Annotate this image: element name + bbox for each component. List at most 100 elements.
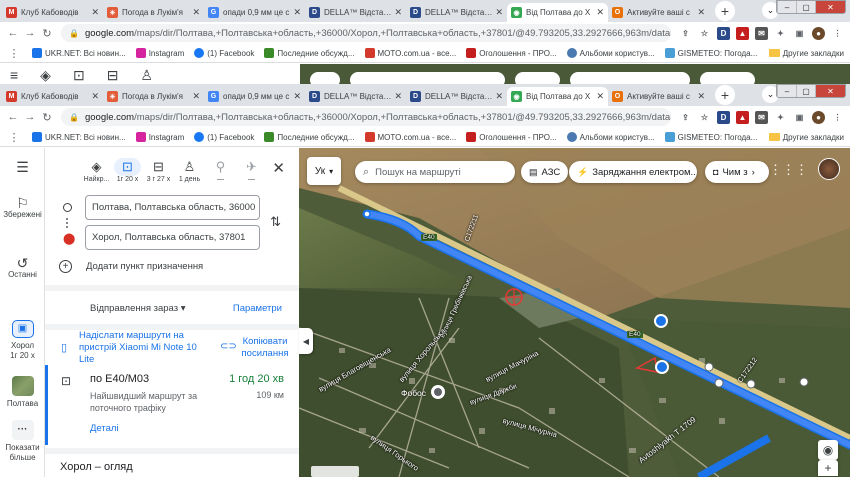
recent-button[interactable]: ↺ Останні (0, 256, 45, 280)
menu-button[interactable]: ☰ (0, 160, 45, 174)
forward-icon[interactable]: → (23, 111, 37, 123)
bookmark-6[interactable]: Альбоми користув... (566, 48, 655, 58)
url-bar[interactable]: 🔒 google.com/maps/dir/Полтава,+Полтавськ… (61, 24, 671, 42)
close-icon[interactable]: ✕ (596, 7, 604, 18)
apps-icon[interactable]: ⋮ (6, 131, 22, 144)
route-option-card[interactable]: ⊡ по E40/M03 1 год 20 хв Найшвидший марш… (45, 365, 299, 445)
tab-3[interactable]: D DELLA™ Відстань ✕ (305, 87, 406, 106)
close-icon[interactable]: ✕ (697, 7, 705, 18)
puzzle-icon[interactable]: ✦ (774, 111, 787, 124)
share-icon[interactable]: ⇪ (679, 27, 692, 40)
lock-icon[interactable]: 🔒 (69, 29, 79, 38)
star-icon[interactable]: ☆ (698, 27, 711, 40)
show-more-button[interactable]: ··· Показати більше (0, 420, 45, 463)
ext-red-icon[interactable]: ▲ (736, 110, 749, 124)
bookmark-5[interactable]: Оголошення - ПРО... (466, 132, 557, 142)
tab-6[interactable]: O Активуйте ваші с ✕ (608, 87, 709, 106)
walk-mode[interactable]: ♙ 1 день (176, 158, 203, 183)
recent-route-khorol[interactable]: ▣ Хорол 1г 20 х (0, 320, 45, 361)
tab-1[interactable]: ☀ Погода в Лукім'я ✕ (103, 3, 204, 22)
close-icon[interactable]: ✕ (91, 91, 99, 102)
minimize-button[interactable]: – (777, 1, 796, 13)
send-to-phone-button[interactable]: Надіслати маршрути на пристрій Xiaomi Mi… (79, 330, 209, 366)
minimize-button[interactable]: – (777, 85, 796, 97)
collapse-panel-button[interactable]: ◀ (299, 328, 313, 354)
close-icon[interactable]: ✕ (394, 7, 402, 18)
flight-mode[interactable]: ✈ — (238, 158, 265, 183)
ext-d-icon[interactable]: D (717, 26, 730, 40)
bookmark-2[interactable]: (1) Facebook (194, 48, 254, 58)
best-mode[interactable]: ◈ Найкр... (83, 158, 110, 183)
chip-ev-charging[interactable]: ⚡ Заряджання електром... (569, 161, 697, 183)
google-apps-icon[interactable]: ⋮⋮⋮ (769, 162, 808, 178)
tab-6[interactable]: O Активуйте ваші с ✕ (608, 3, 709, 22)
share-icon[interactable]: ⇪ (679, 111, 692, 124)
tab-4[interactable]: D DELLA™ Відстань ✕ (406, 87, 507, 106)
bookmark-0[interactable]: UKR.NET: Всі новин... (32, 132, 126, 142)
new-tab-button[interactable]: + (715, 1, 735, 21)
add-destination-button[interactable]: + Додати пункт призначення (59, 260, 203, 273)
language-selector[interactable]: Ук ▾ (307, 157, 341, 185)
bike-mode[interactable]: ⚲ — (207, 158, 234, 183)
transit-mode[interactable]: ⊟ 3 г 27 х (145, 158, 172, 183)
tab-5-active[interactable]: ◉ Від Полтава до Х ✕ (507, 87, 608, 106)
close-icon[interactable]: ✕ (495, 7, 503, 18)
profile-icon[interactable]: ● (812, 110, 825, 124)
maximize-button[interactable]: ▢ (796, 1, 815, 13)
swap-icon[interactable]: ⇅ (270, 214, 281, 230)
bookmark-1[interactable]: Instagram (135, 48, 184, 58)
puzzle-icon[interactable]: ✦ (774, 27, 787, 40)
close-icon[interactable]: ✕ (697, 91, 705, 102)
ext-mail-icon[interactable]: ✉ (755, 26, 768, 40)
ext-red-icon[interactable]: ▲ (736, 26, 749, 40)
close-directions-button[interactable]: ✕ (272, 159, 285, 177)
reload-icon[interactable]: ↻ (40, 111, 54, 124)
options-button[interactable]: Параметри (233, 303, 282, 314)
sidepanel-icon[interactable]: ▣ (793, 27, 806, 40)
bookmark-0[interactable]: UKR.NET: Всі новин... (32, 48, 126, 58)
ext-mail-icon[interactable]: ✉ (755, 110, 768, 124)
bookmark-7[interactable]: GISMETEO: Погода... (664, 48, 757, 58)
close-icon[interactable]: ✕ (293, 91, 301, 102)
bookmark-6[interactable]: Альбоми користув... (566, 132, 655, 142)
map-canvas[interactable]: E40 E40 С172211 С172212 вулиця Гребінків… (299, 148, 850, 477)
tab-5-active[interactable]: ◉ Від Полтава до Х ✕ (507, 3, 608, 22)
back-icon[interactable]: ← (6, 27, 20, 39)
close-icon[interactable]: ✕ (596, 91, 604, 102)
close-icon[interactable]: ✕ (495, 91, 503, 102)
maximize-button[interactable]: ▢ (796, 85, 815, 97)
forward-icon[interactable]: → (23, 27, 37, 39)
other-bookmarks[interactable]: Другие закладки (768, 133, 844, 142)
recent-place-poltava[interactable]: Полтава (0, 376, 45, 409)
close-icon[interactable]: ✕ (192, 91, 200, 102)
other-bookmarks[interactable]: Другие закладки (768, 49, 844, 58)
bookmark-7[interactable]: GISMETEO: Погода... (664, 132, 757, 142)
apps-icon[interactable]: ⋮ (6, 47, 22, 60)
new-tab-button[interactable]: + (715, 85, 735, 105)
bookmark-3[interactable]: Последние обсужд... (264, 48, 355, 58)
origin-input[interactable]: Полтава, Полтавська область, 36000 (85, 195, 260, 220)
chip-gas-stations[interactable]: ▤ АЗС (521, 161, 569, 183)
kebab-menu-icon[interactable]: ⋮ (831, 111, 844, 124)
tab-0[interactable]: M Клуб Кабоводів ✕ (2, 3, 103, 22)
close-icon[interactable]: ✕ (293, 7, 301, 18)
tab-1[interactable]: ☀ Погода в Лукім'я ✕ (103, 87, 204, 106)
chip-things-to-do[interactable]: ◘ Чим з › (705, 161, 769, 183)
destination-input[interactable]: Хорол, Полтавська область, 37801 (85, 225, 260, 250)
reload-icon[interactable]: ↻ (40, 27, 54, 40)
bookmark-4[interactable]: MOTO.com.ua - все... (364, 132, 456, 142)
url-bar[interactable]: 🔒 google.com/maps/dir/Полтава,+Полтавськ… (61, 108, 671, 126)
close-icon[interactable]: ✕ (394, 91, 402, 102)
depart-now-dropdown[interactable]: Відправлення зараз ▾ (90, 303, 186, 314)
profile-icon[interactable]: ● (812, 26, 825, 40)
tab-4[interactable]: D DELLA™ Відстань ✕ (406, 3, 507, 22)
bookmark-1[interactable]: Instagram (135, 132, 184, 142)
kebab-menu-icon[interactable]: ⋮ (831, 27, 844, 40)
zoom-in-button[interactable]: + (818, 460, 838, 476)
search-along-route-input[interactable]: ⌕ Пошук на маршруті (355, 161, 515, 183)
close-icon[interactable]: ✕ (192, 7, 200, 18)
car-mode[interactable]: ⊡ 1г 20 х (114, 158, 141, 183)
my-location-button[interactable]: ◉ (818, 440, 838, 460)
copy-link-button[interactable]: Копіювати посилання (235, 336, 295, 360)
bookmark-4[interactable]: MOTO.com.ua - все... (364, 48, 456, 58)
